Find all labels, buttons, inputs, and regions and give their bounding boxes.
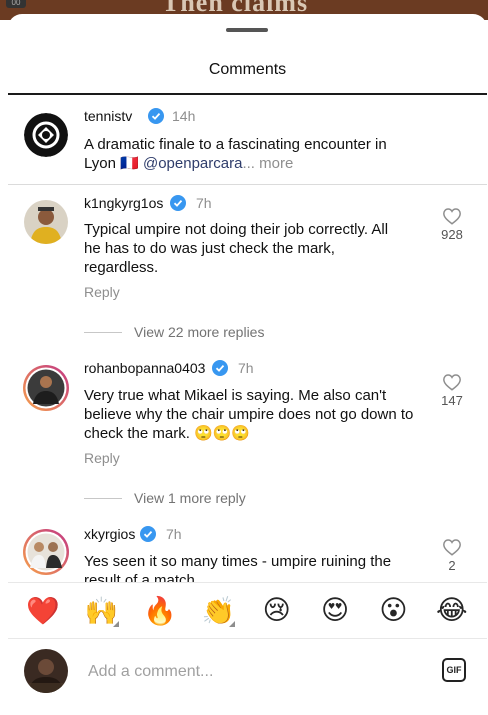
comment-username[interactable]: xkyrgios — [84, 526, 135, 542]
emoji-raised-hands-button[interactable]: 🙌 — [79, 595, 125, 627]
sheet-title: Comments — [208, 61, 287, 78]
post-caption: tennistv 14h A dramatic finale to a fasc… — [8, 95, 487, 184]
user-photo-story-ring-icon — [23, 365, 69, 411]
heart-icon — [443, 539, 461, 556]
comment-text: Yes seen it so many times - umpire ruini… — [84, 553, 392, 582]
reply-button[interactable]: Reply — [84, 284, 120, 300]
comment-text: Typical umpire not doing their job corre… — [84, 221, 389, 276]
heart-icon — [443, 374, 461, 391]
heart-icon — [443, 208, 461, 225]
view-replies-button[interactable]: View 22 more replies — [84, 324, 264, 340]
comment-time: 7h — [238, 360, 254, 376]
avatar[interactable] — [24, 113, 68, 157]
caption-line1: A dramatic finale to a fascinating encou… — [84, 136, 387, 153]
user-photo-icon — [24, 200, 68, 244]
verified-badge-icon — [170, 195, 186, 211]
view-replies-button[interactable]: View 1 more reply — [84, 490, 246, 506]
verified-badge-icon — [140, 526, 156, 542]
current-user-photo-icon — [24, 649, 68, 693]
caption-text: A dramatic finale to a fascinating encou… — [84, 135, 454, 173]
video-corner-badge: 00 — [6, 0, 26, 8]
reply-button[interactable]: Reply — [84, 450, 120, 466]
comment-composer: GIF — [8, 638, 487, 715]
verified-badge-icon — [148, 108, 164, 124]
avatar[interactable] — [24, 200, 68, 244]
comment-username[interactable]: k1ngkyrg1os — [84, 195, 163, 211]
skin-tone-indicator-icon — [112, 620, 119, 627]
skin-tone-indicator-icon — [229, 620, 236, 627]
emoji-clap-button[interactable]: 👏 — [195, 595, 241, 627]
user-photo-story-ring-icon — [23, 529, 69, 575]
caption-more-link[interactable]: ... more — [242, 155, 293, 172]
like-count: 147 — [441, 393, 463, 408]
emoji-fire-button[interactable]: 🔥 — [137, 595, 183, 627]
caption-mention-link[interactable]: @openparcara — [143, 155, 242, 172]
view-replies-label: View 22 more replies — [134, 324, 265, 340]
like-count: 2 — [448, 558, 456, 573]
like-count: 928 — [441, 227, 463, 242]
caption-divider — [8, 184, 487, 185]
like-button[interactable]: 928 — [432, 207, 472, 242]
caption-time: 14h — [172, 108, 196, 124]
emoji-reaction-bar: ❤️ 🙌 🔥 👏 😢 😍 😮 😂 — [8, 582, 487, 638]
replies-line — [84, 497, 122, 499]
comment-item: xkyrgios 7h Yes seen it so many times - … — [8, 514, 487, 582]
emoji-laughing-button[interactable]: 😂 — [429, 595, 475, 626]
avatar[interactable] — [22, 364, 70, 412]
emoji-crying-button[interactable]: 😢 — [254, 595, 300, 626]
comment-username[interactable]: rohanbopanna0403 — [84, 360, 205, 376]
comment-text: Very true what Mikael is saying. Me also… — [84, 387, 414, 442]
emoji-heart-eyes-button[interactable]: 😍 — [312, 595, 358, 626]
like-button[interactable]: 147 — [432, 373, 472, 408]
avatar — [24, 649, 68, 693]
emoji-surprised-button[interactable]: 😮 — [370, 595, 416, 626]
like-button[interactable]: 2 — [432, 538, 472, 573]
emoji-heart-button[interactable]: ❤️ — [20, 595, 66, 627]
comment-input[interactable] — [88, 661, 408, 683]
comments-sheet: Comments tennistv 14h A dramatic finale … — [8, 14, 487, 715]
view-replies-label: View 1 more reply — [134, 490, 246, 506]
verified-badge-icon — [212, 360, 228, 376]
comment-time: 7h — [196, 195, 212, 211]
caption-line2-prefix: Lyon 🇫🇷 — [84, 155, 143, 172]
caption-username[interactable]: tennistv — [84, 108, 132, 124]
comment-time: 7h — [166, 526, 182, 542]
drag-handle[interactable] — [226, 28, 268, 32]
tennistv-logo-icon — [24, 113, 68, 157]
replies-line — [84, 331, 122, 333]
avatar[interactable] — [22, 528, 70, 576]
gif-button[interactable]: GIF — [442, 658, 466, 682]
